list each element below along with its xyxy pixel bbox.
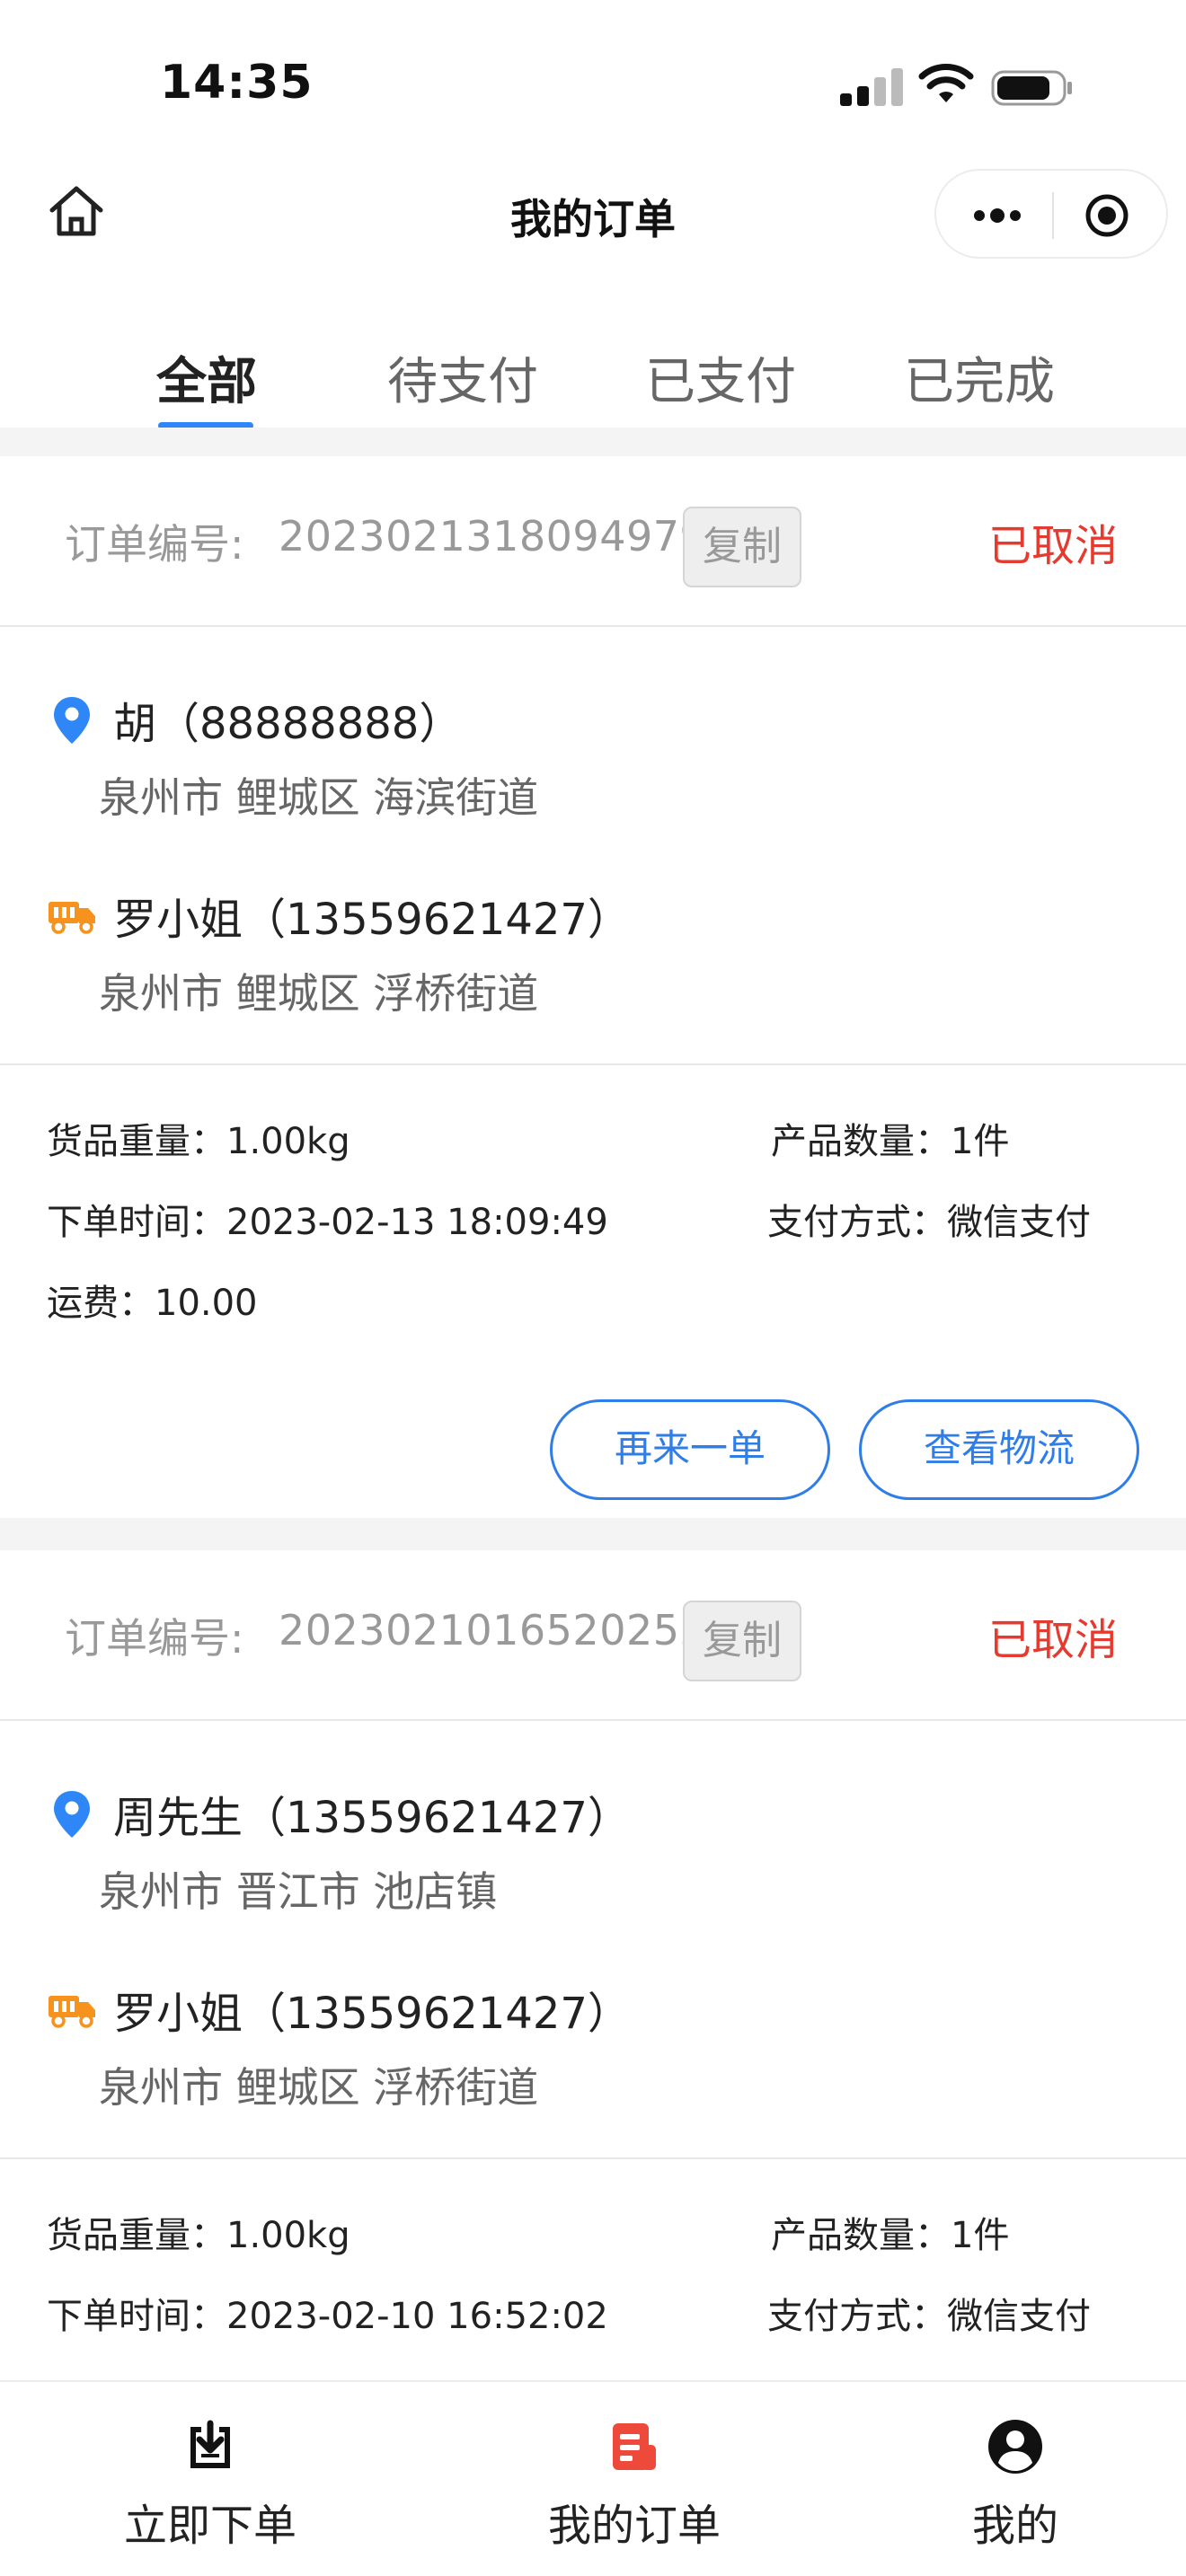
sender-address-text: 泉州市 晋江市 池店镇 [99,1867,498,1916]
tabbar-item-place-order[interactable]: 立即下单 [75,2382,345,2576]
mini-program-capsule [934,169,1168,259]
tab-completed[interactable]: 已完成 [894,341,1065,414]
address-block: 周先生（13559621427） 泉州市 晋江市 池店镇 罗小姐（1355962… [0,1721,1186,2159]
battery-icon [991,70,1072,106]
close-mini-program-icon[interactable] [1084,192,1130,239]
capsule-divider [1052,192,1054,239]
receiver-name: 罗小姐（13559621427） [113,895,631,945]
order-header: 订单编号: 2023021318094979 复制 已取消 [0,456,1186,627]
more-icon[interactable] [970,198,1024,234]
payment-method: 支付方式：微信支付 [767,2296,1091,2337]
order-header: 订单编号: 2023021016520252 复制 已取消 [0,1550,1186,1721]
tabbar-item-me[interactable]: 我的 [881,2382,1150,2576]
tab-pending-payment[interactable]: 待支付 [377,341,548,414]
receiver-address-text: 泉州市 鲤城区 浮桥街道 [99,2063,539,2112]
tab-paid[interactable]: 已支付 [635,341,806,414]
tabbar-label: 立即下单 [123,2501,296,2551]
wifi-icon [918,64,974,102]
order-status: 已取消 [987,1615,1118,1665]
copy-button[interactable]: 复制 [683,507,801,587]
sender-name: 胡（88888888） [113,699,463,749]
order-number-label: 订单编号: [65,1614,244,1663]
product-quantity: 产品数量：1件 [771,2215,1010,2256]
user-circle-icon [988,2420,1042,2474]
payment-method: 支付方式：微信支付 [767,1202,1091,1243]
copy-button[interactable]: 复制 [683,1601,801,1681]
receiver-address-text: 泉州市 鲤城区 浮桥街道 [99,969,539,1018]
status-bar: 14:35 [0,0,1186,153]
freight-fee: 运费：10.00 [47,1283,258,1324]
download-box-icon [190,2420,230,2468]
order-number: 2023021016520252 [279,1606,707,1654]
order-number-label: 订单编号: [65,520,244,569]
reorder-button[interactable]: 再来一单 [550,1399,830,1500]
receiver-name: 罗小姐（13559621427） [113,1989,631,2039]
goods-weight: 货品重量：1.00kg [47,2215,350,2256]
product-quantity: 产品数量：1件 [771,1121,1010,1162]
section-divider [0,1518,1186,1550]
tabbar-label: 我的订单 [547,2501,721,2551]
order-card: 订单编号: 2023021318094979 复制 已取消 胡（88888888… [0,456,1186,1518]
order-number: 2023021318094979 [279,512,707,560]
order-document-icon [613,2423,656,2470]
order-status: 已取消 [987,521,1118,571]
delivery-truck-icon [49,902,95,934]
view-logistics-button[interactable]: 查看物流 [859,1399,1139,1500]
tab-all[interactable]: 全部 [135,341,279,414]
bottom-tab-bar: 立即下单 我的订单 我的 [0,2380,1186,2576]
sender-name: 周先生（13559621427） [113,1793,631,1843]
order-time: 下单时间：2023-02-13 18:09:49 [47,1202,608,1243]
sender-address-text: 泉州市 鲤城区 海滨街道 [99,773,539,822]
order-filter-tabs: 全部 待支付 已支付 已完成 [0,323,1186,431]
order-card: 订单编号: 2023021016520252 复制 已取消 周先生（135596… [0,1550,1186,2380]
location-pin-icon [54,1791,90,1838]
order-time: 下单时间：2023-02-10 16:52:02 [47,2296,608,2337]
status-time: 14:35 [160,56,314,110]
delivery-truck-icon [49,1996,95,2028]
navigation-bar: 我的订单 [0,153,1186,274]
goods-weight: 货品重量：1.00kg [47,1121,350,1162]
cellular-signal-icon [840,66,903,106]
tabbar-item-my-orders[interactable]: 我的订单 [500,2382,769,2576]
tabbar-label: 我的 [971,2501,1058,2551]
address-block: 胡（88888888） 泉州市 鲤城区 海滨街道 罗小姐（13559621427… [0,627,1186,1065]
section-divider [0,428,1186,456]
location-pin-icon [54,697,90,744]
